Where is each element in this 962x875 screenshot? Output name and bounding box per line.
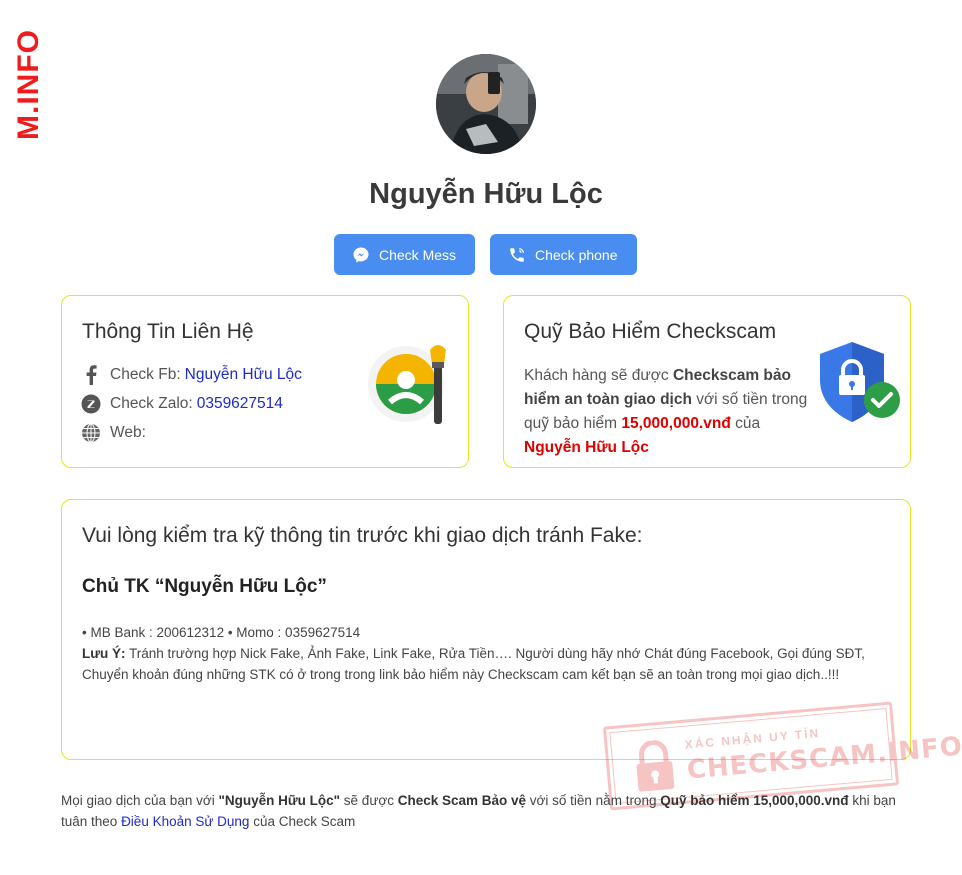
insurance-amount: 15,000,000.vnđ — [621, 415, 731, 432]
avatar-photo — [436, 54, 536, 154]
footer-text-1: Mọi giao dịch của bạn với — [61, 793, 219, 808]
contact-profile-illustration — [366, 340, 456, 430]
zalo-icon — [81, 394, 101, 414]
note-text: Tránh trường hợp Nick Fake, Ảnh Fake, Li… — [82, 646, 865, 682]
web-label: Web: — [110, 424, 146, 441]
insurance-text-1: Khách hàng sẽ được — [524, 367, 673, 384]
facebook-icon — [81, 365, 101, 385]
account-holder-title: Chủ TK “Nguyễn Hữu Lộc” — [82, 576, 327, 597]
footer-text-5: của Check Scam — [249, 814, 356, 829]
phone-icon — [510, 247, 524, 262]
note-label: Lưu Ý: — [82, 646, 126, 661]
verification-title: Vui lòng kiểm tra kỹ thông tin trước khi… — [82, 524, 643, 547]
check-mess-button[interactable]: Check Mess — [334, 234, 475, 275]
check-mess-label: Check Mess — [379, 246, 457, 263]
contact-row-web: Web: — [81, 423, 146, 443]
footer-note: Mọi giao dịch của bạn với "Nguyễn Hữu Lộ… — [61, 790, 911, 832]
verification-body: • MB Bank : 200612312 • Momo : 035962751… — [82, 622, 882, 685]
contact-card-title: Thông Tin Liên Hệ — [82, 320, 254, 343]
account-list: • MB Bank : 200612312 • Momo : 035962751… — [82, 625, 361, 640]
contact-row-zalo: Check Zalo: 0359627514 — [81, 394, 283, 414]
footer-text-3: với số tiền nằm trong — [526, 793, 661, 808]
footer-bold-protect: Check Scam Bảo vệ — [397, 793, 527, 808]
zalo-link[interactable]: 0359627514 — [197, 395, 283, 413]
check-phone-label: Check phone — [535, 246, 618, 263]
check-phone-button[interactable]: Check phone — [490, 234, 637, 275]
avatar — [436, 54, 536, 154]
security-shield-icon — [816, 340, 902, 424]
facebook-label: Check Fb: — [110, 366, 181, 383]
insurance-owner: Nguyễn Hữu Lộc — [524, 439, 649, 456]
contact-row-facebook: Check Fb: Nguyễn Hữu Lộc — [81, 365, 302, 385]
insurance-card-title: Quỹ Bảo Hiểm Checkscam — [524, 320, 777, 343]
facebook-link[interactable]: Nguyễn Hữu Lộc — [185, 366, 302, 384]
terms-link[interactable]: Điều Khoản Sử Dụng — [121, 814, 249, 829]
footer-bold-fund: Quỹ bảo hiểm 15,000,000.vnđ — [660, 793, 849, 808]
footer-bold-name: "Nguyễn Hữu Lộc" — [218, 793, 341, 808]
profile-name: Nguyễn Hữu Lộc — [369, 178, 603, 210]
side-watermark-text: M.INFO — [12, 29, 45, 140]
messenger-icon — [353, 247, 369, 262]
side-watermark: M.INFO — [10, 0, 50, 140]
footer-text-2: sẽ được — [340, 793, 398, 808]
insurance-text-3: của — [730, 415, 761, 432]
insurance-description: Khách hàng sẽ được Checkscam bảo hiểm an… — [524, 364, 816, 460]
zalo-label: Check Zalo: — [110, 395, 193, 412]
warning-note: Lưu Ý: Tránh trường hợp Nick Fake, Ảnh F… — [82, 643, 882, 685]
check-icon — [864, 382, 900, 418]
lock-icon — [636, 740, 675, 792]
globe-icon — [81, 423, 101, 443]
